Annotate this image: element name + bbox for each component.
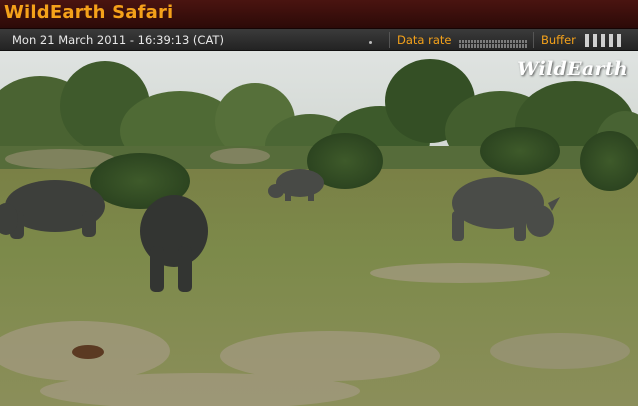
data-rate-meter bbox=[459, 40, 527, 48]
app-title: WildEarth Safari bbox=[4, 2, 174, 23]
status-bar: Mon 21 March 2011 - 16:39:13 (CAT) Data … bbox=[0, 29, 638, 51]
buffer-label: Buffer bbox=[541, 33, 576, 47]
status-divider bbox=[533, 32, 534, 48]
stream-datetime: Mon 21 March 2011 - 16:39:13 (CAT) bbox=[12, 33, 224, 47]
dung-pile bbox=[72, 345, 104, 359]
video-frame bbox=[0, 51, 638, 406]
buffer-bar bbox=[609, 34, 613, 47]
data-rate-label: Data rate bbox=[397, 33, 452, 47]
wildearth-player: WildEarth Safari Mon 21 March 2011 - 16:… bbox=[0, 0, 638, 406]
status-dot-icon bbox=[369, 41, 372, 44]
buffer-bar bbox=[585, 34, 589, 47]
buffer-bar bbox=[593, 34, 597, 47]
status-divider bbox=[389, 32, 390, 48]
video-stream[interactable]: WildEarth bbox=[0, 51, 638, 406]
buffer-meter bbox=[585, 34, 621, 47]
buffer-bar bbox=[601, 34, 605, 47]
wildearth-watermark-logo: WildEarth bbox=[517, 58, 628, 80]
buffer-bar bbox=[617, 34, 621, 47]
title-bar: WildEarth Safari bbox=[0, 0, 638, 29]
